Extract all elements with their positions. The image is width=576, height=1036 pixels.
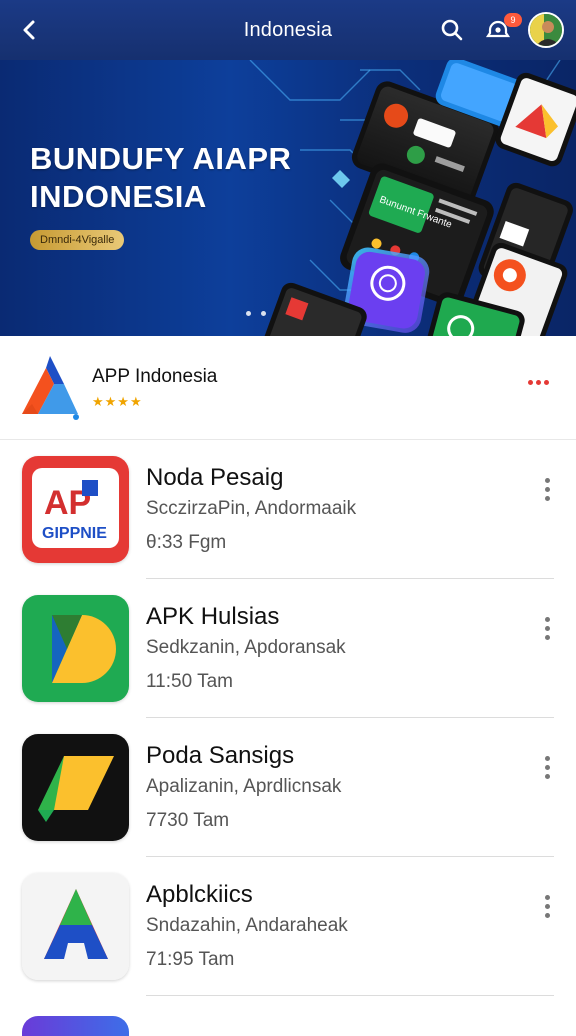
app-icon-a-triangle (22, 873, 129, 980)
banner-headline-line-2: INDONESIA (30, 179, 207, 214)
carousel-dot[interactable] (246, 311, 251, 316)
app-name: Apblckiics (146, 881, 253, 908)
list-item[interactable]: Poda Sansigs Apalizanin, Aprdlicnsak 773… (0, 718, 576, 857)
banner-headline: BUNDUFY AIAPR INDONESIA (30, 140, 291, 216)
banner-tag[interactable]: Dmndi-4Vigalle (30, 230, 125, 250)
app-icon-green-triangle (22, 595, 129, 702)
app-name: Noda Pesaig (146, 464, 284, 491)
promo-banner[interactable]: Bununnt Frwante BUNDUFY AIAPR INDONESIA … (0, 60, 576, 336)
app-subtitle: Sedkzanin, Apdoransak (146, 637, 346, 658)
banner-headline-line-1: BUNDUFY AIAPR (30, 141, 292, 176)
notification-badge: 9 (504, 13, 522, 27)
app-time: θ:33 Fgm (146, 532, 227, 553)
app-icon-ap: AP GIPPNIE (22, 456, 129, 563)
more-vert-icon[interactable] (538, 478, 556, 506)
list-item[interactable]: AP GIPPNIE Noda Pesaig ScczirzaPin, Ando… (0, 440, 576, 579)
app-subtitle: Apalizanin, Aprdlicnsak (146, 776, 342, 797)
avatar[interactable] (528, 12, 564, 48)
app-icon-black-arrow (22, 734, 129, 841)
more-vert-icon[interactable] (538, 617, 556, 645)
app-subtitle: ScczirzaPin, Andormaaik (146, 498, 357, 519)
app-time: 7730 Tam (146, 810, 230, 831)
search-icon[interactable] (438, 16, 466, 44)
divider (146, 995, 554, 996)
next-list-item-peek (22, 1016, 129, 1036)
carousel-dot[interactable] (261, 311, 266, 316)
app-logo-icon (20, 354, 82, 420)
featured-app-row[interactable]: APP Indonesia ★★★★ (0, 336, 576, 440)
list-item[interactable]: APK Hulsias Sedkzanin, Apdoransak 11:50 … (0, 579, 576, 718)
featured-app-name: APP Indonesia (92, 366, 218, 387)
app-name: APK Hulsias (146, 603, 280, 630)
more-vert-icon[interactable] (538, 756, 556, 784)
app-name: Poda Sansigs (146, 742, 295, 769)
app-time: 71:95 Tam (146, 949, 235, 970)
top-app-bar: Indonesia 9 (0, 0, 576, 60)
more-vert-icon[interactable] (538, 895, 556, 923)
rating-stars: ★★★★ (92, 394, 143, 409)
carousel-indicator[interactable] (246, 311, 266, 316)
app-icon-text-bottom: GIPPNIE (42, 525, 107, 542)
app-subtitle: Sndazahin, Andaraheak (146, 915, 348, 936)
app-list: AP GIPPNIE Noda Pesaig ScczirzaPin, Ando… (0, 440, 576, 996)
app-time: 11:50 Tam (146, 671, 233, 692)
list-item[interactable]: Apblckiics Sndazahin, Andaraheak 71:95 T… (0, 857, 576, 996)
more-options-icon[interactable] (528, 372, 554, 385)
